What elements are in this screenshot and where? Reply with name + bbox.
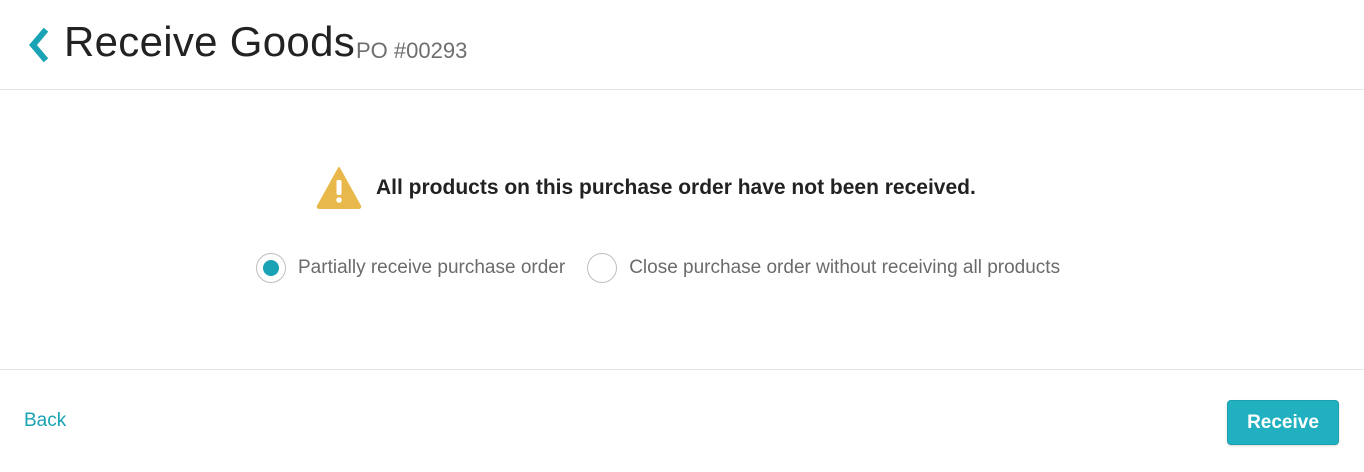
footer-divider	[0, 369, 1364, 370]
chevron-left-icon[interactable]	[26, 27, 52, 63]
close-without-receiving-option[interactable]: Close purchase order without receiving a…	[587, 253, 1060, 283]
receive-options: Partially receive purchase order Close p…	[256, 251, 1060, 285]
warning-triangle-icon	[316, 167, 362, 209]
close-without-receiving-label[interactable]: Close purchase order without receiving a…	[629, 257, 1060, 279]
po-number: PO #00293	[356, 38, 468, 63]
warning-message: All products on this purchase order have…	[316, 166, 976, 210]
page-title: Receive Goods	[64, 18, 356, 65]
partially-receive-label[interactable]: Partially receive purchase order	[298, 257, 565, 279]
partially-receive-option[interactable]: Partially receive purchase order	[256, 253, 565, 283]
warning-text: All products on this purchase order have…	[376, 176, 976, 199]
radio-close-without-receiving[interactable]	[587, 253, 618, 283]
radio-partially-receive[interactable]	[256, 253, 286, 283]
page-header: Receive Goods PO #00293	[0, 0, 1364, 90]
receive-button[interactable]: Receive	[1227, 400, 1339, 445]
back-link[interactable]: Back	[24, 410, 66, 432]
